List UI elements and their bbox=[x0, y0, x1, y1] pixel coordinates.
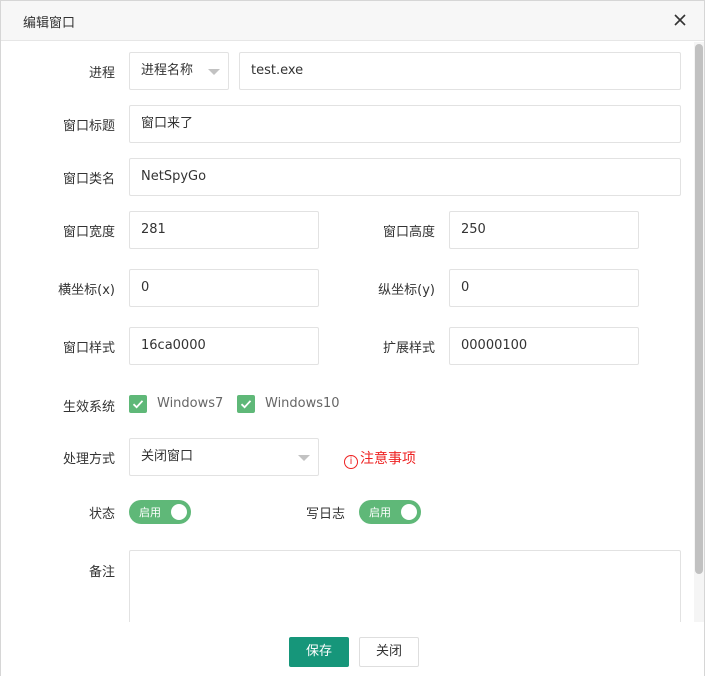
remark-textarea[interactable] bbox=[129, 550, 681, 622]
y-coord-input[interactable]: 0 bbox=[449, 269, 639, 307]
window-height-input[interactable]: 250 bbox=[449, 211, 639, 249]
info-icon: i bbox=[344, 455, 358, 469]
window-style-label: 窗口样式 bbox=[62, 341, 115, 356]
notice-link[interactable]: i 注意事项 bbox=[344, 448, 416, 469]
ext-style-label: 扩展样式 bbox=[382, 341, 435, 356]
ext-style-value: 00000100 bbox=[461, 338, 528, 353]
write-log-label: 写日志 bbox=[305, 507, 345, 522]
handling-value: 关闭窗口 bbox=[141, 449, 194, 464]
window-width-input[interactable]: 281 bbox=[129, 211, 319, 249]
y-coord-label: 纵坐标(y) bbox=[378, 283, 435, 298]
status-switch-text: 启用 bbox=[139, 506, 161, 519]
check-icon bbox=[132, 400, 144, 409]
edit-window-dialog: 编辑窗口 进程 进程名称 test.exe 窗口标题 窗口来了 窗口类名 Net… bbox=[0, 0, 705, 676]
window-width-value: 281 bbox=[141, 222, 166, 237]
window-style-input[interactable]: 16ca0000 bbox=[129, 327, 319, 365]
handling-select[interactable]: 关闭窗口 bbox=[129, 438, 319, 476]
window-class-label: 窗口类名 bbox=[62, 172, 115, 187]
process-type-value: 进程名称 bbox=[141, 63, 194, 78]
remark-label: 备注 bbox=[88, 565, 115, 580]
chevron-down-icon bbox=[298, 455, 310, 461]
windows7-label: Windows7 bbox=[157, 396, 224, 411]
systems-label: 生效系统 bbox=[62, 400, 115, 415]
window-height-label: 窗口高度 bbox=[382, 225, 435, 240]
save-button[interactable]: 保存 bbox=[289, 637, 349, 667]
windows7-checkbox[interactable] bbox=[129, 395, 147, 413]
switch-knob bbox=[171, 504, 187, 520]
write-log-switch[interactable]: 启用 bbox=[359, 500, 421, 524]
status-label: 状态 bbox=[88, 507, 115, 522]
chevron-down-icon bbox=[208, 69, 220, 75]
ext-style-input[interactable]: 00000100 bbox=[449, 327, 639, 365]
status-switch[interactable]: 启用 bbox=[129, 500, 191, 524]
y-coord-value: 0 bbox=[461, 280, 470, 295]
handling-label: 处理方式 bbox=[62, 452, 115, 467]
process-label: 进程 bbox=[88, 66, 115, 81]
window-class-value: NetSpyGo bbox=[141, 169, 207, 184]
check-icon bbox=[240, 400, 252, 409]
x-coord-label: 横坐标(x) bbox=[58, 283, 115, 298]
window-title-label: 窗口标题 bbox=[62, 119, 115, 134]
switch-knob bbox=[401, 504, 417, 520]
dialog-body: 进程 进程名称 test.exe 窗口标题 窗口来了 窗口类名 NetSpyGo… bbox=[1, 42, 693, 622]
process-name-value: test.exe bbox=[251, 63, 304, 78]
windows10-checkbox[interactable] bbox=[237, 395, 255, 413]
dialog-header: 编辑窗口 bbox=[1, 1, 704, 41]
write-log-switch-text: 启用 bbox=[369, 506, 391, 519]
window-title-value: 窗口来了 bbox=[141, 116, 194, 131]
dialog-footer: 保存 关闭 bbox=[1, 622, 704, 676]
process-name-input[interactable]: test.exe bbox=[239, 52, 681, 90]
close-icon[interactable] bbox=[671, 11, 689, 29]
window-style-value: 16ca0000 bbox=[141, 338, 206, 353]
notice-text: 注意事项 bbox=[360, 451, 416, 467]
x-coord-value: 0 bbox=[141, 280, 150, 295]
x-coord-input[interactable]: 0 bbox=[129, 269, 319, 307]
windows10-label: Windows10 bbox=[265, 396, 340, 411]
window-width-label: 窗口宽度 bbox=[62, 225, 115, 240]
scrollbar-thumb[interactable] bbox=[695, 44, 703, 574]
window-class-input[interactable]: NetSpyGo bbox=[129, 158, 681, 196]
process-type-select[interactable]: 进程名称 bbox=[129, 52, 229, 90]
close-button[interactable]: 关闭 bbox=[359, 637, 419, 667]
window-height-value: 250 bbox=[461, 222, 486, 237]
window-title-input[interactable]: 窗口来了 bbox=[129, 105, 681, 143]
dialog-title: 编辑窗口 bbox=[23, 16, 76, 31]
